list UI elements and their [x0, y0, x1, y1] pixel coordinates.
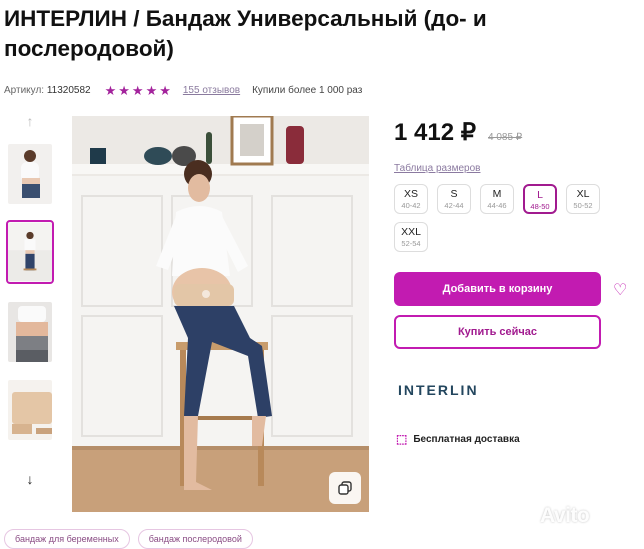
rating-stars: ★ ★ ★ ★ ★	[105, 84, 171, 97]
size-option-xxl[interactable]: XXL 52-54	[394, 222, 428, 252]
size-range: 48-50	[530, 202, 550, 211]
size-range: 50-52	[573, 201, 593, 210]
size-label: M	[492, 188, 502, 200]
thumbnail-gallery: ↑ ↓	[4, 112, 56, 487]
tag-item[interactable]: бандаж для беременных	[4, 529, 130, 549]
chevron-down-icon[interactable]: ↓	[4, 470, 56, 488]
box-icon: ⬚	[396, 432, 408, 446]
delivery-label: Бесплатная доставка	[413, 433, 520, 445]
copy-icon	[338, 481, 352, 495]
star-icon: ★	[145, 82, 158, 98]
thumbnail-1[interactable]	[6, 142, 54, 206]
star-icon: ★	[118, 82, 130, 98]
bought-count: Купили более 1 000 раз	[252, 84, 363, 96]
product-main-image[interactable]	[72, 116, 369, 512]
size-option-xl[interactable]: XL 50-52	[566, 184, 600, 214]
size-label: L	[537, 189, 543, 201]
size-label: XS	[403, 188, 418, 200]
size-range: 52-54	[401, 239, 421, 248]
heart-icon[interactable]: ♡	[613, 280, 627, 300]
size-label: XXL	[401, 226, 421, 238]
thumbnail-3[interactable]	[6, 300, 54, 364]
size-range: 44-46	[487, 201, 507, 210]
buy-now-button[interactable]: Купить сейчас	[394, 315, 601, 349]
size-range: 40-42	[401, 201, 421, 210]
size-option-s[interactable]: S 42-44	[437, 184, 471, 214]
size-option-l[interactable]: L 48-50	[523, 184, 557, 214]
article-label: Артикул:	[4, 84, 45, 96]
add-to-cart-button[interactable]: Добавить в корзину	[394, 272, 601, 306]
thumbnail-2[interactable]	[6, 220, 54, 284]
size-option-xs[interactable]: XS 40-42	[394, 184, 428, 214]
size-table-link[interactable]: Таблица размеров	[394, 163, 480, 174]
reviews-link[interactable]: 155 отзывов	[183, 85, 240, 96]
avito-watermark: Avito	[540, 504, 590, 528]
old-price: 4 085 ₽	[488, 132, 523, 143]
product-meta: Артикул: 11320582 ★ ★ ★ ★ ★ 155 отзывов …	[4, 82, 362, 98]
size-option-m[interactable]: M 44-46	[480, 184, 514, 214]
star-icon: ★	[159, 82, 171, 98]
watermark-text: Avito	[540, 504, 590, 527]
copy-button[interactable]	[329, 472, 361, 504]
brand-logo[interactable]: INTERLIN	[398, 382, 479, 398]
tag-list: бандаж для беременных бандаж послеродово…	[4, 529, 253, 549]
size-range: 42-44	[444, 201, 464, 210]
article-value: 11320582	[46, 84, 91, 96]
size-label: XL	[576, 188, 590, 200]
size-label: S	[450, 188, 458, 200]
current-price: 1 412 ₽	[394, 119, 476, 146]
product-title: ИНТЕРЛИН / Бандаж Универсальный (до- и п…	[4, 6, 487, 61]
tag-item[interactable]: бандаж послеродовой	[137, 529, 253, 549]
chevron-up-icon[interactable]: ↑	[4, 112, 56, 130]
thumbnail-4[interactable]	[6, 378, 54, 442]
star-icon: ★	[131, 82, 144, 98]
star-icon: ★	[104, 82, 117, 98]
free-delivery: ⬚ Бесплатная доставка	[396, 432, 520, 446]
